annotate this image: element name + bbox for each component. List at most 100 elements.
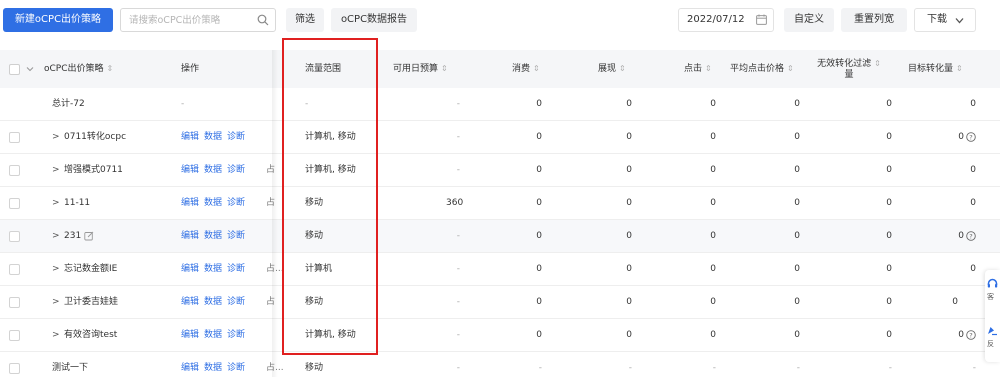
strategy-name[interactable]: 有效咨询test [64, 319, 117, 352]
edit-link[interactable]: 编辑 [181, 264, 199, 274]
row-checkbox[interactable] [9, 231, 20, 242]
data-link[interactable]: 数据 [204, 363, 222, 373]
expand-arrow[interactable]: > [52, 187, 60, 220]
edit-link[interactable]: 编辑 [181, 363, 199, 373]
column-header-budget[interactable]: 可用日预算 ⇕ [393, 50, 448, 88]
data-link[interactable]: 数据 [204, 165, 222, 175]
sort-icon[interactable]: ⇕ [874, 59, 881, 68]
row-checkbox[interactable] [9, 132, 20, 143]
select-all-checkbox[interactable] [9, 64, 20, 75]
total-row: 总计-72 - - - 0 0 0 0 0 0 [0, 88, 1000, 121]
total-target-conversion: 0 [970, 99, 976, 109]
click-value: 0 [710, 198, 716, 208]
edit-link[interactable]: 编辑 [181, 330, 199, 340]
table-row[interactable]: > 有效咨询test 编辑 数据 诊断 计算机, 移动 - 0 0 0 0 0 0 … [0, 319, 1000, 352]
data-link[interactable]: 数据 [204, 330, 222, 340]
search-icon[interactable] [257, 14, 269, 26]
customize-button[interactable]: 自定义 [784, 8, 834, 32]
expand-arrow[interactable]: > [52, 253, 60, 286]
row-checkbox[interactable] [9, 165, 20, 176]
edit-link[interactable]: 编辑 [181, 198, 199, 208]
diagnose-link[interactable]: 诊断 [227, 231, 245, 241]
table-row[interactable]: > 卫计委吉娃娃 编辑 数据 诊断 占 移动 - 0 0 0 0 0 0 [0, 286, 1000, 319]
edit-link[interactable]: 编辑 [181, 231, 199, 241]
diagnose-link[interactable]: 诊断 [227, 198, 245, 208]
column-header-show[interactable]: 展现 ⇕ [598, 50, 626, 88]
data-link[interactable]: 数据 [204, 198, 222, 208]
feedback-label[interactable]: 反 [987, 339, 994, 349]
strategy-name[interactable]: 11-11 [64, 187, 90, 220]
row-checkbox[interactable] [9, 198, 20, 209]
click-value: 0 [710, 264, 716, 274]
diagnose-link[interactable]: 诊断 [227, 297, 245, 307]
column-header-target-conversion[interactable]: 目标转化量 ⇕ [908, 50, 963, 88]
sort-icon[interactable]: ⇕ [441, 64, 448, 73]
ocpc-report-button[interactable]: oCPC数据报告 [331, 8, 417, 32]
filter-button[interactable]: 筛选 [286, 8, 324, 32]
edit-link[interactable]: 编辑 [181, 297, 199, 307]
edit-link[interactable]: 编辑 [181, 132, 199, 142]
table-row[interactable]: > 11-11 编辑 数据 诊断 占 移动 360 0 0 0 0 0 0 [0, 187, 1000, 220]
daily-budget: - [456, 165, 460, 175]
diagnose-link[interactable]: 诊断 [227, 330, 245, 340]
help-icon[interactable]: ? [966, 132, 976, 142]
sort-icon[interactable]: ⇕ [107, 64, 114, 73]
help-icon[interactable]: ? [966, 330, 976, 340]
strategy-name[interactable]: 增强模式0711 [64, 154, 123, 187]
download-button[interactable]: 下载 [914, 8, 976, 32]
strategy-name[interactable]: 0711转化ocpc [64, 121, 126, 154]
data-link[interactable]: 数据 [204, 132, 222, 142]
headset-icon[interactable] [987, 278, 998, 289]
expand-arrow[interactable]: > [52, 121, 60, 154]
row-checkbox[interactable] [9, 363, 20, 374]
table-row[interactable]: > 增强模式0711 编辑 数据 诊断 占 计算机, 移动 - 0 0 0 0 0 … [0, 154, 1000, 187]
table-row[interactable]: > 忘记数金额IE 编辑数据诊断 占... 计算机 - 0 0 0 0 0 0 [0, 253, 1000, 286]
expand-arrow[interactable]: > [52, 286, 60, 319]
new-strategy-button[interactable]: 新建oCPC出价策略 [3, 8, 113, 32]
search-input[interactable] [129, 9, 249, 31]
diagnose-link[interactable]: 诊断 [227, 363, 245, 373]
row-checkbox[interactable] [9, 264, 20, 275]
table-row[interactable]: 测试一下 编辑数据诊断 占... 移动 - - - - - - - [0, 352, 1000, 377]
invalid-conversion-value: 0 [886, 297, 892, 307]
frozen-column-shadow [272, 50, 278, 377]
diagnose-link[interactable]: 诊断 [227, 264, 245, 274]
column-header-spend[interactable]: 消费 ⇕ [512, 50, 540, 88]
sort-icon[interactable]: ⇕ [619, 64, 626, 73]
total-show: 0 [626, 99, 632, 109]
column-header-strategy[interactable]: oCPC出价策略 ⇕ [44, 50, 113, 88]
sort-icon[interactable]: ⇕ [956, 64, 963, 73]
target-conversion-value: 0 [970, 198, 976, 208]
expand-arrow[interactable]: > [52, 220, 60, 253]
row-checkbox[interactable] [9, 297, 20, 308]
strategy-name[interactable]: 卫计委吉娃娃 [64, 286, 118, 319]
column-header-click[interactable]: 点击 ⇕ [684, 50, 712, 88]
data-link[interactable]: 数据 [204, 297, 222, 307]
search-box[interactable] [120, 8, 276, 32]
row-checkbox[interactable] [9, 330, 20, 341]
strategy-name[interactable]: 231 [64, 220, 81, 253]
data-link[interactable]: 数据 [204, 264, 222, 274]
column-header-invalid-conversion[interactable]: 无效转化过滤 ⇕ 量 [812, 50, 886, 88]
strategy-name[interactable]: 忘记数金额IE [64, 253, 117, 286]
strategy-name[interactable]: 测试一下 [52, 352, 88, 377]
data-link[interactable]: 数据 [204, 231, 222, 241]
sort-icon[interactable]: ⇕ [533, 64, 540, 73]
chevron-down-icon[interactable] [26, 65, 34, 73]
help-icon[interactable]: ? [966, 231, 976, 241]
date-picker[interactable]: 2022/07/12 [678, 8, 774, 32]
diagnose-link[interactable]: 诊断 [227, 165, 245, 175]
customer-service-label[interactable]: 客 [987, 292, 994, 302]
sort-icon[interactable]: ⇕ [705, 64, 712, 73]
sort-icon[interactable]: ⇕ [787, 64, 794, 73]
edit-name-icon[interactable] [84, 231, 94, 241]
reset-column-width-button[interactable]: 重置列宽 [841, 8, 907, 32]
column-header-cpc[interactable]: 平均点击价格 ⇕ [730, 50, 794, 88]
feedback-icon[interactable] [987, 325, 998, 336]
expand-arrow[interactable]: > [52, 154, 60, 187]
edit-link[interactable]: 编辑 [181, 165, 199, 175]
table-row[interactable]: > 231 编辑 数据 诊断 移动 - 0 0 0 0 0 0 ? [0, 220, 1000, 253]
table-row[interactable]: > 0711转化ocpc 编辑 数据 诊断 计算机, 移动 - 0 0 0 0 0 … [0, 121, 1000, 154]
expand-arrow[interactable]: > [52, 319, 60, 352]
diagnose-link[interactable]: 诊断 [227, 132, 245, 142]
